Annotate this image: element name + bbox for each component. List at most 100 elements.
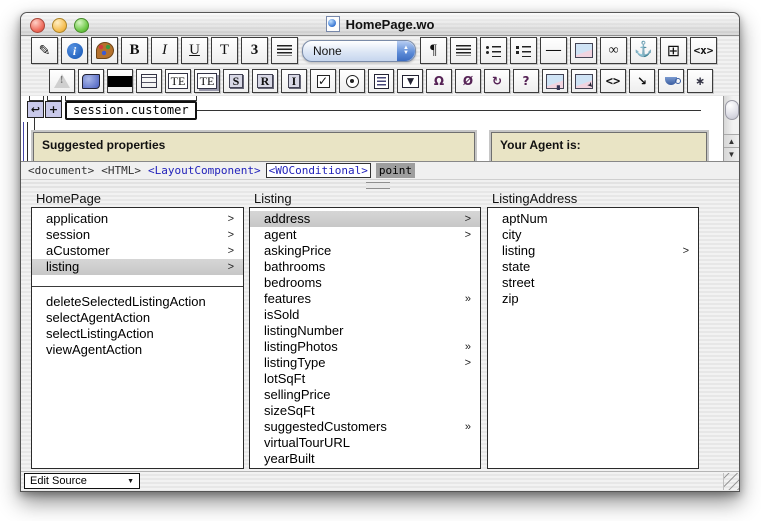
underline-button[interactable]: U bbox=[181, 37, 208, 64]
popup-button-icon[interactable]: ▼ bbox=[397, 69, 423, 93]
link-icon[interactable]: ∞ bbox=[600, 37, 627, 64]
radio-button-icon[interactable] bbox=[339, 69, 365, 93]
style-pencil-icon[interactable]: ✎ bbox=[31, 37, 58, 64]
list-item[interactable]: isSold bbox=[250, 307, 480, 323]
embed-tag-icon[interactable]: <> bbox=[600, 69, 626, 93]
input-image-icon[interactable]: I bbox=[281, 69, 307, 93]
path-item[interactable]: <document> bbox=[28, 164, 94, 177]
list-item[interactable]: selectListingAction bbox=[32, 326, 243, 342]
path-item[interactable]: point bbox=[376, 163, 415, 178]
list-item[interactable]: listing> bbox=[32, 259, 243, 275]
expand-button[interactable]: + bbox=[45, 101, 62, 118]
list-item[interactable]: lotSqFt bbox=[250, 371, 480, 387]
paragraph-button[interactable]: ¶ bbox=[420, 37, 447, 64]
compass-icon[interactable]: Ø bbox=[455, 69, 481, 93]
scroll-down-icon[interactable]: ▼ bbox=[724, 147, 739, 161]
webobjects-builder-window: HomePage.wo ✎iBIUT3 None ▲▼ ¶—∞⚓⊞<x> TET… bbox=[20, 12, 740, 492]
table-edge-line bbox=[27, 122, 28, 161]
list-item[interactable]: aCustomer> bbox=[32, 243, 243, 259]
list-item[interactable]: deleteSelectedListingAction bbox=[32, 294, 243, 310]
list-item[interactable]: askingPrice bbox=[250, 243, 480, 259]
java-cup-icon[interactable] bbox=[658, 69, 684, 93]
person-icon[interactable]: Ω bbox=[426, 69, 452, 93]
list-item[interactable]: features» bbox=[250, 291, 480, 307]
list-item[interactable]: address> bbox=[250, 211, 480, 227]
list-item[interactable]: street bbox=[488, 275, 698, 291]
wo-element-icon[interactable] bbox=[78, 69, 104, 93]
elements-toolbar: TETESRI✓▼ΩØ↻?<>↘∗ bbox=[21, 66, 739, 97]
list-item[interactable]: state bbox=[488, 259, 698, 275]
warning-icon[interactable] bbox=[49, 69, 75, 93]
edit-mode-popup[interactable]: Edit Source ▼ bbox=[24, 473, 140, 489]
condition-binding[interactable]: session.customer bbox=[65, 101, 197, 120]
reset-button-icon[interactable]: R bbox=[252, 69, 278, 93]
asterisk-icon[interactable]: ∗ bbox=[687, 69, 713, 93]
list-item[interactable]: selectAgentAction bbox=[32, 310, 243, 326]
list-item[interactable]: virtualTourURL bbox=[250, 435, 480, 451]
align-icon[interactable] bbox=[271, 37, 298, 64]
conditional-toggle-button[interactable]: ↩ bbox=[27, 101, 44, 118]
list-item[interactable]: bathrooms bbox=[250, 259, 480, 275]
minimize-button[interactable] bbox=[52, 18, 67, 33]
list-item[interactable]: listingPhotos» bbox=[250, 339, 480, 355]
list-item[interactable]: application> bbox=[32, 211, 243, 227]
active-image-icon[interactable] bbox=[571, 69, 597, 93]
reload-icon[interactable]: ↻ bbox=[484, 69, 510, 93]
list-item[interactable]: listing> bbox=[488, 243, 698, 259]
applet-icon[interactable]: ↘ bbox=[629, 69, 655, 93]
splitter-grip-icon[interactable] bbox=[366, 182, 390, 189]
list-item[interactable]: bedrooms bbox=[250, 275, 480, 291]
submit-button-icon[interactable]: S bbox=[223, 69, 249, 93]
palette-icon[interactable] bbox=[91, 37, 118, 64]
list-item[interactable]: listingNumber bbox=[250, 323, 480, 339]
list-item-label: bedrooms bbox=[264, 275, 322, 290]
list-item[interactable]: agent> bbox=[250, 227, 480, 243]
italic-button[interactable]: I bbox=[151, 37, 178, 64]
definition-list-icon[interactable] bbox=[450, 37, 477, 64]
custom-tag-icon[interactable]: <x> bbox=[690, 37, 717, 64]
teletype-button[interactable]: T bbox=[211, 37, 238, 64]
table-cell-suggested-properties[interactable]: Suggested properties bbox=[33, 132, 475, 162]
list-item[interactable]: zip bbox=[488, 291, 698, 307]
path-item[interactable]: <LayoutComponent> bbox=[148, 164, 261, 177]
anchor-icon[interactable]: ⚓ bbox=[630, 37, 657, 64]
table-icon[interactable]: ⊞ bbox=[660, 37, 687, 64]
list-item[interactable]: viewAgentAction bbox=[32, 342, 243, 358]
path-item[interactable]: <WOConditional> bbox=[266, 163, 371, 178]
image-map-icon[interactable] bbox=[542, 69, 568, 93]
bullet-list-icon[interactable] bbox=[480, 37, 507, 64]
link-icon: ∞ bbox=[609, 44, 619, 58]
image-icon[interactable] bbox=[570, 37, 597, 64]
horizontal-rule-icon[interactable]: — bbox=[540, 37, 567, 64]
list-item[interactable]: sizeSqFt bbox=[250, 403, 480, 419]
list-item[interactable]: yearBuilt bbox=[250, 451, 480, 467]
path-item[interactable]: <HTML> bbox=[101, 164, 141, 177]
list-item[interactable]: session> bbox=[32, 227, 243, 243]
zoom-button[interactable] bbox=[74, 18, 89, 33]
list-item[interactable]: city bbox=[488, 227, 698, 243]
text-field-icon[interactable]: TE bbox=[165, 69, 191, 93]
titlebar[interactable]: HomePage.wo bbox=[21, 13, 739, 36]
wostring-icon[interactable] bbox=[107, 69, 133, 93]
info-icon[interactable]: i bbox=[61, 37, 88, 64]
resize-grip[interactable] bbox=[723, 473, 739, 490]
list-item[interactable]: listingType> bbox=[250, 355, 480, 371]
numbered-list-icon[interactable] bbox=[510, 37, 537, 64]
list-item[interactable]: sellingPrice bbox=[250, 387, 480, 403]
table-cell-your-agent[interactable]: Your Agent is: bbox=[491, 132, 707, 162]
list-item[interactable]: suggestedCustomers» bbox=[250, 419, 480, 435]
bold-button[interactable]: B bbox=[121, 37, 148, 64]
list-item-label: sellingPrice bbox=[264, 387, 330, 402]
editor-scrollbar[interactable]: ▲ ▼ bbox=[723, 96, 739, 161]
scroll-up-icon[interactable]: ▲ bbox=[724, 134, 739, 148]
browser-list-icon[interactable] bbox=[368, 69, 394, 93]
close-button[interactable] bbox=[30, 18, 45, 33]
heading-style-popup[interactable]: None ▲▼ bbox=[302, 40, 416, 62]
heading3-button[interactable]: 3 bbox=[241, 37, 268, 64]
text-area-icon[interactable]: TE bbox=[194, 69, 220, 93]
help-icon[interactable]: ? bbox=[513, 69, 539, 93]
scrollbar-thumb[interactable] bbox=[725, 100, 739, 120]
form-icon[interactable] bbox=[136, 69, 162, 93]
checkbox-icon[interactable]: ✓ bbox=[310, 69, 336, 93]
list-item[interactable]: aptNum bbox=[488, 211, 698, 227]
